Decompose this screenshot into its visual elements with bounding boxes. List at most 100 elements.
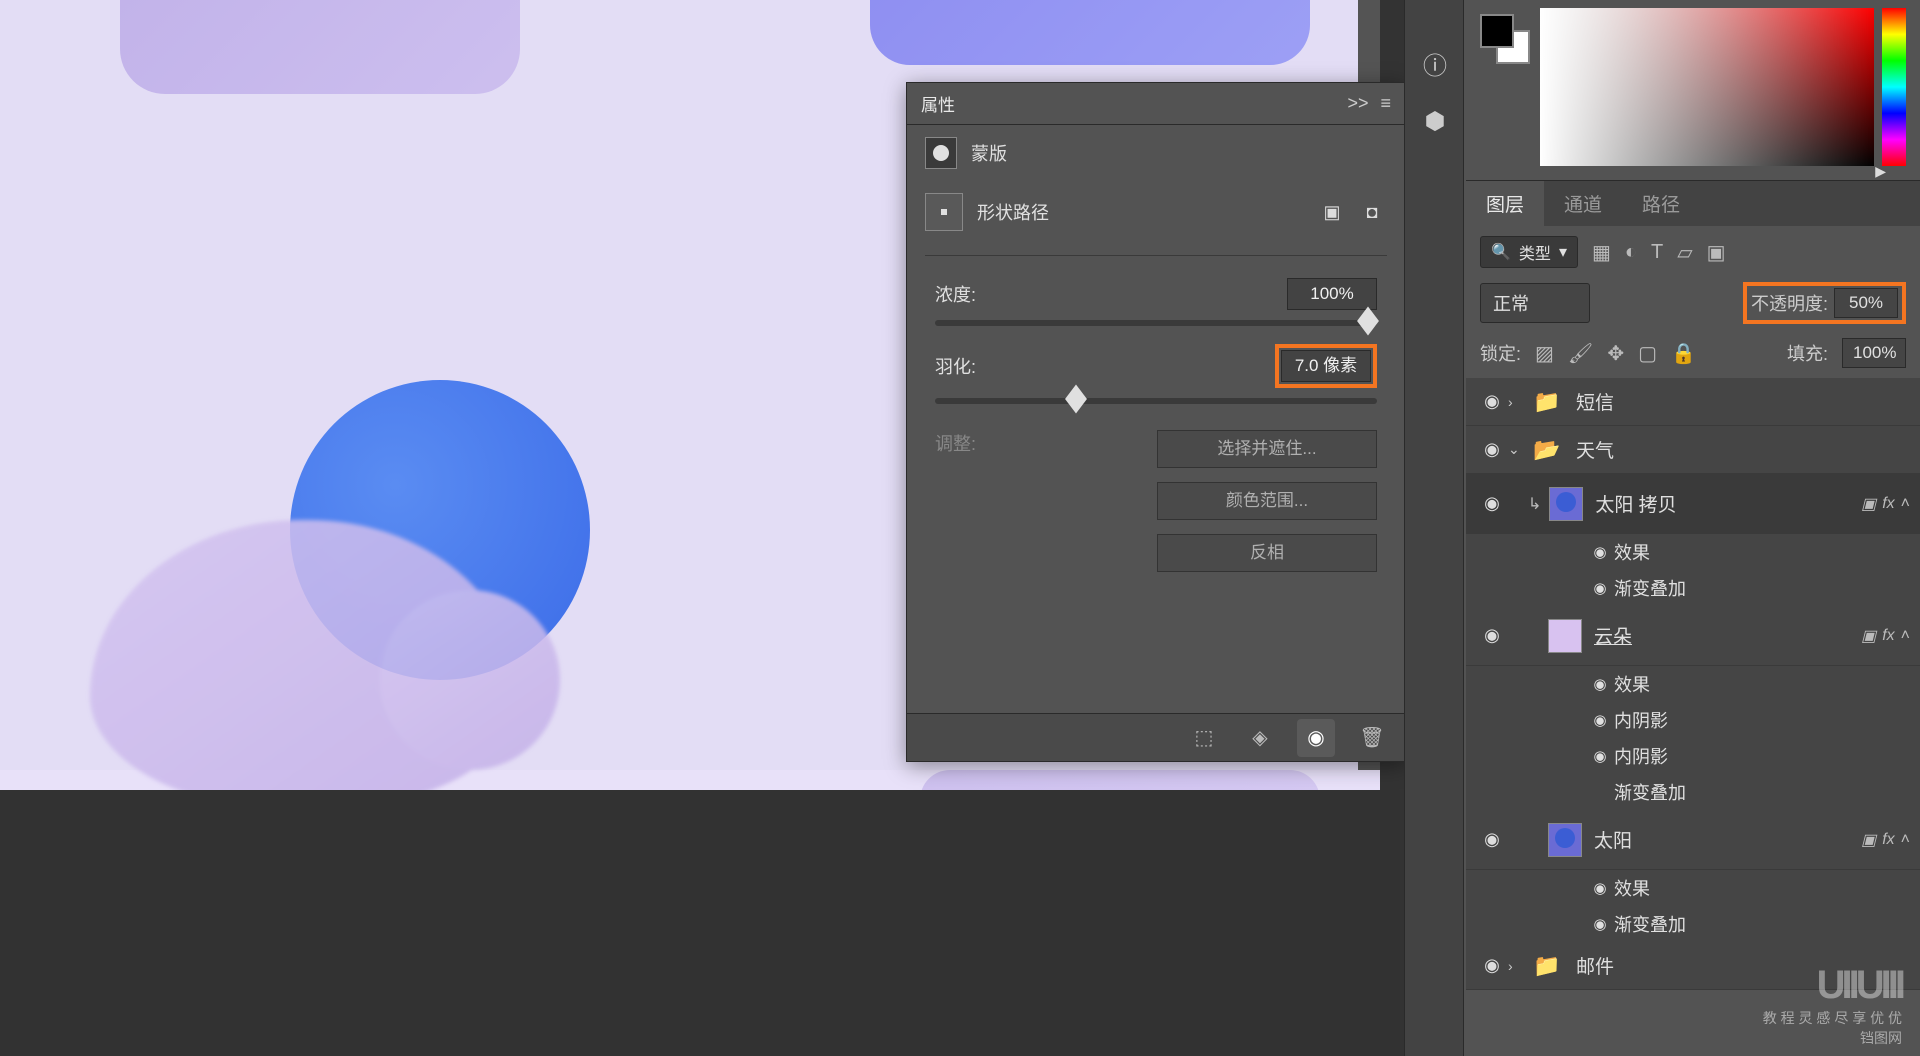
visibility-toggle-icon[interactable]: ◉: [1586, 747, 1614, 765]
blend-mode-select[interactable]: 正常: [1480, 283, 1590, 323]
foreground-color-swatch[interactable]: [1480, 14, 1514, 48]
select-and-mask-button[interactable]: 选择并遮住...: [1157, 430, 1377, 468]
info-panel-icon[interactable]: ⓘ: [1405, 34, 1465, 92]
visibility-toggle-icon[interactable]: ◉: [1476, 439, 1508, 460]
lock-all-icon[interactable]: 🔒: [1671, 341, 1696, 366]
density-slider-thumb[interactable]: [1357, 306, 1379, 335]
layer-fx-indicator[interactable]: ▣ fx ˄: [1861, 494, 1910, 514]
layers-filter-bar: 🔍 类型 ▾ ▦ ◐ T ▱ ▣: [1466, 226, 1920, 278]
chevron-right-icon[interactable]: ›: [1508, 958, 1530, 974]
lock-transparency-icon[interactable]: ▨: [1535, 341, 1554, 366]
tab-layers[interactable]: 图层: [1466, 181, 1544, 226]
visibility-toggle-icon[interactable]: ◉: [1476, 955, 1508, 976]
layer-group[interactable]: ◉ › 📁 短信: [1466, 378, 1920, 426]
effect-name: 效果: [1614, 539, 1650, 565]
canvas-bottom-area: [0, 790, 1400, 1056]
mask-row: 蒙版: [907, 125, 1405, 181]
feather-slider-thumb[interactable]: [1065, 384, 1087, 413]
tab-paths[interactable]: 路径: [1622, 181, 1700, 226]
filter-smart-icon[interactable]: ▣: [1707, 240, 1726, 265]
chevron-right-icon[interactable]: ›: [1508, 394, 1530, 410]
effect-name: 渐变叠加: [1614, 911, 1686, 937]
layer-effect-item[interactable]: ◉ 内阴影: [1466, 738, 1920, 774]
layer-item[interactable]: ◉ ↳ 太阳 拷贝 ▣ fx ˄: [1466, 474, 1920, 534]
effect-name: 效果: [1614, 671, 1650, 697]
visibility-toggle-icon[interactable]: ◉: [1586, 879, 1614, 897]
layer-name[interactable]: 短信: [1576, 388, 1910, 415]
effect-name: 内阴影: [1614, 707, 1668, 733]
divider: [925, 255, 1387, 256]
3d-panel-icon[interactable]: ⬢: [1405, 92, 1465, 150]
toggle-mask-icon[interactable]: ◉: [1297, 719, 1335, 757]
feather-value-input[interactable]: 7.0 像素: [1281, 350, 1371, 382]
lock-position-icon[interactable]: ✥: [1607, 341, 1624, 366]
tab-channels[interactable]: 通道: [1544, 181, 1622, 226]
filter-pixel-icon[interactable]: ▦: [1592, 240, 1611, 265]
add-mask-icon[interactable]: ▣: [1317, 197, 1347, 227]
density-value-input[interactable]: 100%: [1287, 278, 1377, 310]
feather-highlight: 7.0 像素: [1275, 344, 1377, 388]
color-swatches: [1480, 8, 1530, 166]
layer-item[interactable]: ◉ 云朵 ▣ fx ˄: [1466, 606, 1920, 666]
feather-label: 羽化:: [935, 353, 976, 379]
apply-mask-icon[interactable]: ◈: [1241, 719, 1279, 757]
visibility-toggle-icon[interactable]: ◉: [1476, 391, 1508, 412]
lock-pixels-icon[interactable]: 🖌: [1568, 341, 1593, 366]
visibility-toggle-icon[interactable]: ◉: [1476, 493, 1508, 514]
visibility-toggle-icon[interactable]: ◉: [1476, 829, 1508, 850]
layer-effect-item[interactable]: ◉ 渐变叠加: [1466, 570, 1920, 606]
effect-name: 渐变叠加: [1614, 575, 1686, 601]
layer-fx-indicator[interactable]: ▣ fx ˄: [1861, 626, 1910, 646]
filter-adjustment-icon[interactable]: ◐: [1625, 241, 1637, 264]
color-picker-field[interactable]: [1540, 8, 1874, 166]
layer-thumbnail[interactable]: [1548, 823, 1582, 857]
layer-fx-indicator[interactable]: ▣ fx ˄: [1861, 830, 1910, 850]
layer-effects-header[interactable]: ◉ 效果: [1466, 534, 1920, 570]
watermark-subtitle: 教 程 灵 感 尽 享 优 优: [1763, 1008, 1902, 1028]
layer-effect-item[interactable]: 渐变叠加: [1466, 774, 1920, 810]
layer-group[interactable]: ◉ ⌄ 📂 天气: [1466, 426, 1920, 474]
visibility-toggle-icon[interactable]: ◉: [1586, 711, 1614, 729]
properties-panel-header: 属性 >> ≡: [907, 83, 1405, 125]
panel-menu-icon[interactable]: ≡: [1380, 93, 1391, 114]
invert-button[interactable]: 反相: [1157, 534, 1377, 572]
layer-thumbnail[interactable]: [1548, 619, 1582, 653]
link-indent-icon: ↳: [1528, 494, 1541, 514]
collapse-icon[interactable]: >>: [1347, 93, 1368, 114]
filter-type-icon[interactable]: T: [1651, 241, 1663, 264]
layer-effect-item[interactable]: ◉ 渐变叠加: [1466, 906, 1920, 942]
layer-name[interactable]: 云朵: [1594, 622, 1861, 649]
load-selection-icon[interactable]: ⬚: [1185, 719, 1223, 757]
visibility-toggle-icon[interactable]: ◉: [1586, 675, 1614, 693]
filter-shape-icon[interactable]: ▱: [1677, 240, 1692, 265]
density-slider[interactable]: [935, 320, 1377, 326]
layer-effect-item[interactable]: ◉ 内阴影: [1466, 702, 1920, 738]
opacity-highlight: 不透明度: 50%: [1743, 282, 1906, 324]
visibility-toggle-icon[interactable]: ◉: [1476, 625, 1508, 646]
chevron-down-icon[interactable]: ⌄: [1508, 441, 1530, 458]
layer-name[interactable]: 太阳 拷贝: [1595, 490, 1861, 517]
feather-slider[interactable]: [935, 398, 1377, 404]
visibility-toggle-icon[interactable]: ◉: [1586, 915, 1614, 933]
hue-slider[interactable]: [1882, 8, 1906, 166]
opacity-input[interactable]: 50%: [1834, 288, 1898, 318]
shape-thumbnail[interactable]: [925, 193, 963, 231]
visibility-toggle-icon[interactable]: ◉: [1586, 543, 1614, 561]
lock-artboard-icon[interactable]: ▢: [1638, 341, 1657, 366]
density-label: 浓度:: [935, 281, 976, 307]
layer-name[interactable]: 太阳: [1594, 826, 1861, 853]
shape-path-row: 形状路径 ▣ ◘: [907, 181, 1405, 243]
layer-effects-header[interactable]: ◉ 效果: [1466, 666, 1920, 702]
filter-type-select[interactable]: 🔍 类型 ▾: [1480, 236, 1578, 268]
delete-mask-icon[interactable]: 🗑: [1353, 719, 1391, 757]
subtract-mask-icon[interactable]: ◘: [1357, 197, 1387, 227]
artwork-weather-icon: [90, 380, 620, 820]
layer-name[interactable]: 天气: [1576, 436, 1910, 463]
visibility-toggle-icon[interactable]: ◉: [1586, 579, 1614, 597]
color-range-button[interactable]: 颜色范围...: [1157, 482, 1377, 520]
layer-thumbnail[interactable]: [1549, 487, 1583, 521]
layer-effects-header[interactable]: ◉ 效果: [1466, 870, 1920, 906]
watermark-brand: UIIUIII: [1763, 963, 1902, 1008]
fill-input[interactable]: 100%: [1842, 338, 1906, 368]
layer-item[interactable]: ◉ 太阳 ▣ fx ˄: [1466, 810, 1920, 870]
